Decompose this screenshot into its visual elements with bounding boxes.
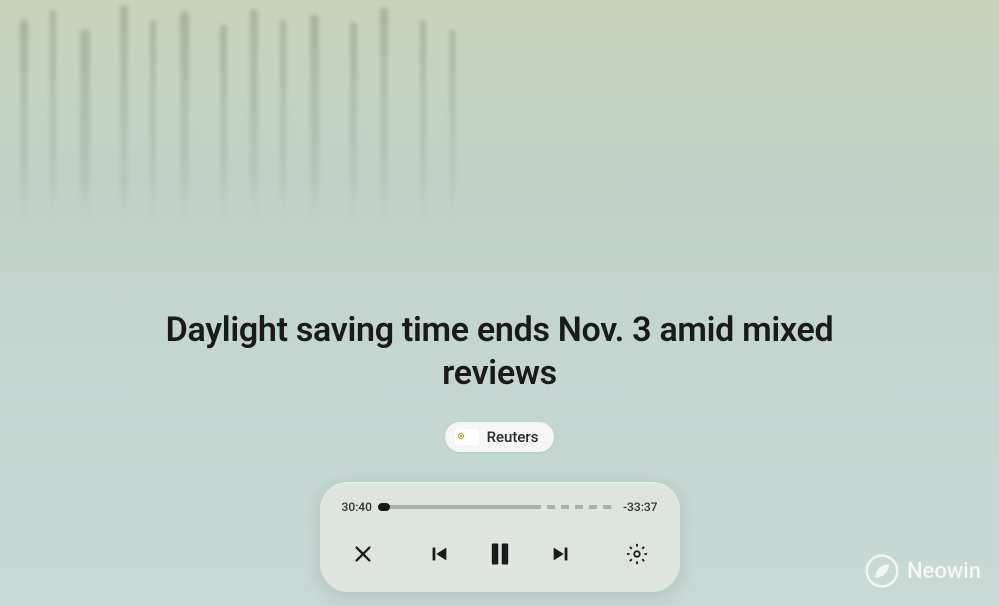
watermark-text: Neowin <box>907 559 981 584</box>
article-headline: Daylight saving time ends Nov. 3 amid mi… <box>150 309 850 394</box>
skip-next-icon <box>550 543 572 565</box>
skip-previous-icon <box>428 543 450 565</box>
next-button[interactable] <box>544 537 578 571</box>
source-chip[interactable]: Reuters <box>445 422 555 452</box>
close-icon <box>352 543 374 565</box>
settings-button[interactable] <box>620 537 654 571</box>
player-controls-row <box>342 534 658 574</box>
source-name-label: Reuters <box>487 428 539 446</box>
pause-button[interactable] <box>480 534 520 574</box>
progress-bar[interactable] <box>384 505 613 509</box>
close-button[interactable] <box>346 537 380 571</box>
source-logo-icon <box>455 429 479 445</box>
pause-icon <box>486 540 514 568</box>
progress-thumb[interactable] <box>378 503 390 511</box>
playback-controls <box>422 534 578 574</box>
watermark: Neowin <box>865 554 981 588</box>
progress-buffer-indicator <box>533 505 613 509</box>
progress-row: 30:40 -33:37 <box>342 500 658 514</box>
neowin-logo-icon <box>865 554 899 588</box>
remaining-time-label: -33:37 <box>623 500 658 514</box>
previous-button[interactable] <box>422 537 456 571</box>
audio-player-panel: 30:40 -33:37 <box>320 482 680 592</box>
gear-icon <box>626 543 648 565</box>
elapsed-time-label: 30:40 <box>342 500 374 514</box>
